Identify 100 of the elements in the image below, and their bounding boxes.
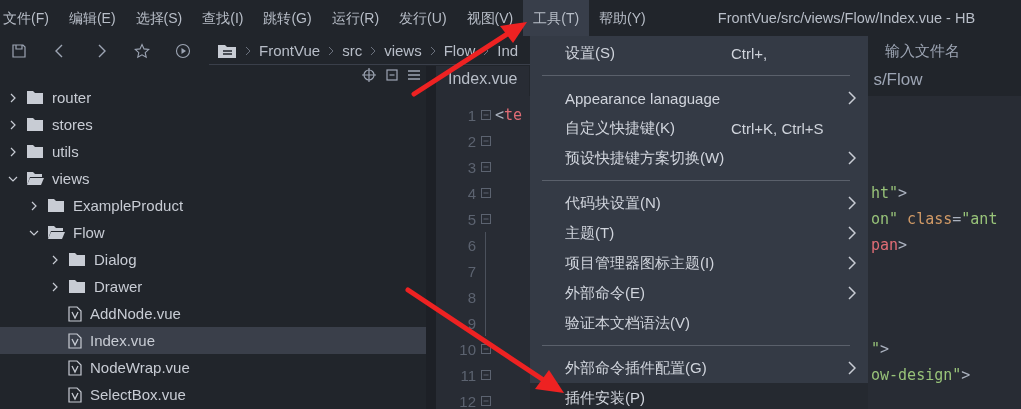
menu-item[interactable]: 编辑(E) [58, 0, 126, 36]
tree-label: router [52, 89, 92, 106]
menu-item[interactable]: 外部命令插件配置(G) [530, 353, 868, 383]
menu-item[interactable]: 预设快捷键方案切换(W) [530, 143, 868, 173]
line-number: 2 [466, 132, 476, 150]
tree-label: Index.vue [90, 332, 156, 349]
line-number: 8 [466, 288, 476, 306]
menu-item[interactable]: 外部命令(E) [530, 278, 868, 308]
line-number: 3 [466, 158, 476, 176]
menu-item[interactable]: 文件(F) [0, 0, 59, 36]
chevron-icon [328, 45, 335, 56]
tree-item[interactable]: Flow [0, 219, 426, 246]
code-line: on" class="ant [871, 210, 998, 228]
menu-item[interactable]: 工具(T) [523, 0, 590, 36]
chevron-icon[interactable] [50, 254, 60, 265]
line-number: 6 [466, 236, 476, 254]
chevron-icon [245, 45, 251, 56]
collapse-icon[interactable] [386, 69, 398, 81]
fold-icon[interactable] [480, 344, 491, 354]
tree-item[interactable]: views [0, 165, 426, 192]
tree-item[interactable]: SelectBox.vue [0, 381, 426, 408]
folder-icon [47, 198, 65, 213]
menu-item[interactable]: 自定义快捷键(K) Ctrl+K, Ctrl+S [530, 113, 868, 143]
line-number: 10 [458, 340, 476, 358]
open-folder-icon [26, 171, 44, 186]
save-icon[interactable] [11, 43, 27, 59]
line-number: 7 [466, 262, 476, 280]
chevron-icon[interactable] [29, 200, 39, 211]
file-search-field[interactable]: 输入文件名 [885, 41, 960, 61]
folder-icon [26, 90, 44, 105]
tree-item[interactable]: stores [0, 111, 426, 138]
run-icon[interactable] [175, 43, 191, 59]
tree-item[interactable]: router [0, 84, 426, 111]
line-number: 1 [466, 106, 476, 124]
tree-item[interactable]: ExampleProduct [0, 192, 426, 219]
tree-item[interactable]: utils [0, 138, 426, 165]
code-line: ht"> [871, 184, 908, 202]
menu-item[interactable]: 代码块设置(N) [530, 188, 868, 218]
code-line: ow-design"> [871, 366, 971, 384]
chevron-icon[interactable] [8, 146, 18, 157]
menu-item[interactable]: 发行(U) [389, 0, 457, 36]
tree-item[interactable]: Dialog [0, 246, 426, 273]
vue-file-icon [68, 359, 82, 376]
tree-label: Dialog [94, 251, 137, 268]
folder-icon [26, 144, 44, 159]
tree-label: views [52, 170, 90, 187]
menu-item[interactable]: 运行(R) [321, 0, 390, 36]
open-folder-icon [47, 225, 65, 240]
tree-label: stores [52, 116, 93, 133]
vue-file-icon [68, 332, 82, 349]
tree-item[interactable]: AddNode.vue [0, 300, 426, 327]
menu-item[interactable]: 项目管理器图标主题(I) [530, 248, 868, 278]
tree-label: SelectBox.vue [90, 386, 186, 403]
menu-item[interactable]: 选择(S) [125, 0, 193, 36]
folder-icon [26, 117, 44, 132]
folder-icon [68, 252, 86, 267]
tree-label: utils [52, 143, 79, 160]
menu-item[interactable]: 查找(I) [192, 0, 254, 36]
chevron-icon[interactable] [50, 281, 60, 292]
tree-item[interactable]: Drawer [0, 273, 426, 300]
menu-item[interactable]: 跳转(G) [253, 0, 322, 36]
star-icon[interactable] [134, 43, 150, 59]
window-title: FrontVue/src/views/Flow/Index.vue - HB [717, 10, 976, 26]
line-number: 4 [466, 184, 476, 202]
breadcrumb-item[interactable]: Ind [497, 42, 519, 59]
menu-item[interactable]: 插件安装(P) [530, 383, 868, 409]
breadcrumb-item[interactable]: views [384, 42, 422, 59]
tree-label: Flow [73, 224, 105, 241]
breadcrumb-item[interactable]: FrontVue [259, 42, 321, 59]
code-line: "> [871, 340, 890, 358]
tree-label: Drawer [94, 278, 143, 295]
tree-label: ExampleProduct [73, 197, 184, 214]
tree-item[interactable]: NodeWrap.vue [0, 354, 426, 381]
chevron-icon [370, 45, 377, 56]
tree-label: NodeWrap.vue [90, 359, 190, 376]
menu-icon[interactable] [408, 69, 420, 81]
code-line: pan> [871, 236, 908, 254]
menu-item[interactable]: Appearance lanaguage [530, 83, 868, 113]
line-number: 9 [466, 314, 476, 332]
chevron-icon[interactable] [8, 92, 18, 103]
line-number: 5 [466, 210, 476, 228]
locate-icon[interactable] [362, 68, 376, 82]
menu-item[interactable]: 设置(S) Ctrl+, [530, 38, 868, 68]
tree-label: AddNode.vue [90, 305, 181, 322]
vue-file-icon [68, 305, 82, 322]
chevron-icon [429, 45, 436, 56]
folder-icon [217, 42, 237, 59]
code-line: <te [495, 106, 523, 124]
line-number: 12 [458, 392, 476, 409]
menu-item[interactable]: 验证本文档语法(V) [530, 308, 868, 338]
line-number: 11 [459, 366, 476, 384]
menu-item[interactable]: 视图(V) [456, 0, 524, 36]
folder-icon [68, 279, 86, 294]
breadcrumb-item[interactable]: src [342, 42, 363, 59]
vue-file-icon [68, 386, 82, 403]
chevron-icon[interactable] [8, 119, 18, 130]
editor-tab[interactable]: Index.vue [436, 66, 530, 96]
menu-item[interactable]: 主题(T) [530, 218, 868, 248]
menu-item[interactable]: 帮助(Y) [589, 0, 656, 36]
tree-item[interactable]: Index.vue [0, 327, 426, 354]
